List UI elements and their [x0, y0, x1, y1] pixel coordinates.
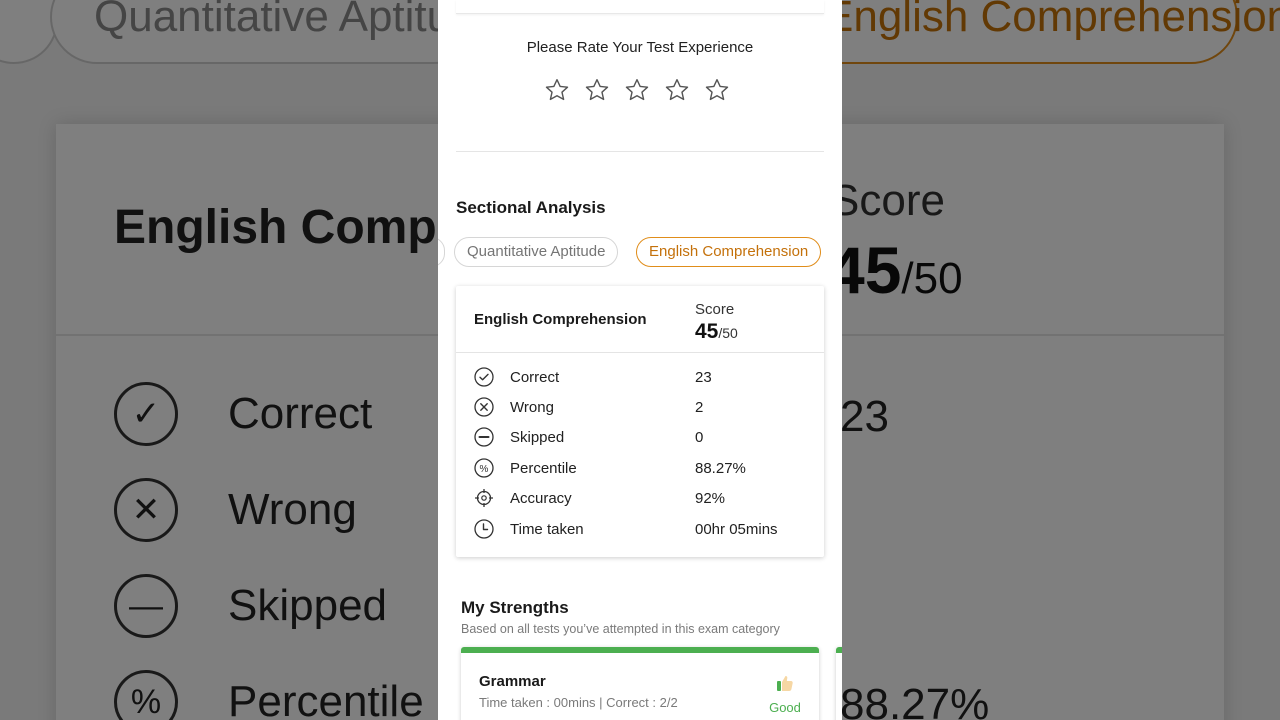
- score-value: 45/50: [695, 320, 738, 343]
- stat-label: Wrong: [510, 398, 554, 416]
- strength-topic: Grammar: [479, 673, 546, 690]
- stat-row-accuracy: Accuracy 92%: [474, 487, 814, 509]
- stat-label: Skipped: [510, 428, 565, 446]
- stat-value: 92%: [695, 489, 726, 507]
- section-score-card: English Comprehension Score 45/50 Correc…: [456, 286, 824, 557]
- star-5-icon[interactable]: [704, 77, 730, 103]
- clock-icon: [474, 519, 494, 539]
- stat-label: Correct: [510, 368, 560, 386]
- score-max: /50: [718, 325, 738, 341]
- star-rating[interactable]: [544, 77, 730, 103]
- section-name: English Comprehension: [474, 311, 647, 328]
- card-divider: [456, 352, 824, 353]
- tab-english-comprehension[interactable]: English Comprehension: [636, 237, 822, 267]
- check-circle-icon: [474, 367, 494, 387]
- svg-text:%: %: [480, 464, 489, 475]
- cross-circle-icon: [474, 397, 494, 417]
- sectional-analysis-title: Sectional Analysis: [456, 198, 606, 217]
- stat-value: 23: [695, 368, 712, 386]
- stat-value: 2: [695, 398, 704, 416]
- thumbs-up-icon: [777, 676, 793, 691]
- results-panel[interactable]: Please Rate Your Test Experience Section…: [438, 0, 842, 720]
- star-3-icon[interactable]: [624, 77, 650, 103]
- tab-previous-section[interactable]: [438, 237, 445, 267]
- strengths-subtitle: Based on all tests you’ve attempted in t…: [461, 622, 780, 636]
- strength-meta: Time taken : 00mins | Correct : 2/2: [479, 695, 678, 710]
- strengths-title: My Strengths: [461, 598, 569, 617]
- strength-badge: Good: [765, 673, 805, 715]
- target-icon: [475, 489, 493, 507]
- stat-value: 0: [695, 428, 704, 446]
- stat-label: Time taken: [510, 520, 584, 538]
- stat-label: Percentile: [510, 459, 577, 477]
- star-1-icon[interactable]: [544, 77, 570, 103]
- percent-circle-icon: %: [474, 458, 494, 478]
- stat-row-time: Time taken 00hr 05mins: [474, 518, 814, 540]
- strength-card[interactable]: Grammar Time taken : 00mins | Correct : …: [461, 647, 819, 720]
- stat-row-correct: Correct 23: [474, 366, 814, 388]
- stat-row-percentile: % Percentile 88.27%: [474, 457, 814, 479]
- minus-circle-icon: [474, 427, 494, 447]
- stat-row-skipped: Skipped 0: [474, 426, 814, 448]
- strength-card-next[interactable]: [836, 647, 842, 720]
- rate-title: Please Rate Your Test Experience: [526, 39, 754, 56]
- stat-row-wrong: Wrong 2: [474, 396, 814, 418]
- tab-quantitative-aptitude[interactable]: Quantitative Aptitude: [454, 237, 619, 267]
- stat-value: 88.27%: [695, 459, 746, 477]
- stat-value: 00hr 05mins: [695, 520, 778, 538]
- top-bar: [456, 0, 824, 14]
- star-4-icon[interactable]: [664, 77, 690, 103]
- stat-label: Accuracy: [510, 489, 572, 507]
- strength-badge-label: Good: [769, 700, 801, 715]
- star-2-icon[interactable]: [584, 77, 610, 103]
- score-label: Score: [695, 301, 735, 318]
- divider: [456, 151, 824, 152]
